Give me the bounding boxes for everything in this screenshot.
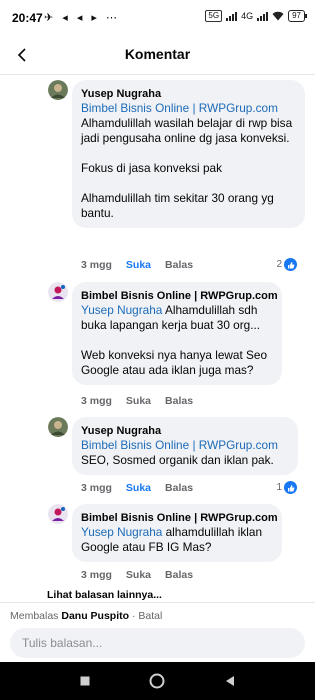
- header-divider: [0, 74, 315, 75]
- reply-button[interactable]: Balas: [165, 259, 193, 271]
- comment-actions: 3 mgg Suka Balas: [81, 569, 193, 581]
- reaction-number: 2: [276, 259, 282, 270]
- avatar[interactable]: [48, 417, 68, 437]
- comment-bubble[interactable]: Yusep Nugraha Bimbel Bisnis Online | RWP…: [72, 80, 305, 228]
- comment-bubble[interactable]: Yusep Nugraha Bimbel Bisnis Online | RWP…: [72, 417, 298, 475]
- like-button[interactable]: Suka: [126, 259, 151, 271]
- back-nav-button[interactable]: [220, 671, 240, 691]
- like-button[interactable]: Suka: [126, 395, 151, 407]
- battery-icon: 97: [288, 10, 307, 22]
- sim-icon: 5G: [205, 10, 223, 22]
- comment-text: Fokus di jasa konveksi pak: [81, 161, 222, 175]
- recents-button[interactable]: [75, 671, 95, 691]
- comment-author[interactable]: Yusep Nugraha: [81, 87, 296, 101]
- notification-icons: ✈ ◂ ◂ ▸ ⋯: [44, 12, 121, 24]
- comment-time: 3 mgg: [81, 569, 112, 581]
- reply-button[interactable]: Balas: [165, 482, 193, 494]
- comment-author[interactable]: Bimbel Bisnis Online | RWPGrup.com: [81, 511, 278, 525]
- avatar[interactable]: [48, 80, 68, 100]
- comment-mention[interactable]: Yusep Nugraha: [81, 525, 162, 539]
- status-time: 20:47: [12, 11, 43, 25]
- replying-to: Membalas Danu Puspito · Batal: [10, 610, 162, 622]
- reaction-number: 1: [276, 482, 282, 493]
- comment-bubble[interactable]: Bimbel Bisnis Online | RWPGrup.com Yusep…: [72, 504, 282, 562]
- reply-button[interactable]: Balas: [165, 395, 193, 407]
- comment-text: Alhamdulillah wasilah belajar di rwp bis…: [81, 116, 293, 145]
- view-more-replies-link[interactable]: Lihat balasan lainnya...: [47, 589, 162, 601]
- comment-mention[interactable]: Bimbel Bisnis Online | RWPGrup.com: [81, 101, 296, 116]
- comment-time: 3 mgg: [81, 482, 112, 494]
- replying-name[interactable]: Danu Puspito: [61, 610, 129, 622]
- comment-text: Alhamdulillah tim sekitar 30 orang yg ba…: [81, 191, 274, 220]
- status-right: 5G 4G 97: [205, 10, 307, 22]
- comment-mention[interactable]: Bimbel Bisnis Online | RWPGrup.com: [81, 438, 289, 453]
- comment-mention[interactable]: Yusep Nugraha: [81, 303, 162, 317]
- header: Komentar: [0, 36, 315, 74]
- system-nav-bar: [0, 662, 315, 700]
- signal-icon: [226, 11, 238, 21]
- avatar[interactable]: [48, 504, 68, 524]
- comment-actions: 3 mgg Suka Balas: [81, 395, 193, 407]
- thumbs-up-icon: [284, 481, 297, 494]
- comment-actions: 3 mgg Suka Balas: [81, 482, 193, 494]
- reply-button[interactable]: Balas: [165, 569, 193, 581]
- reaction-count[interactable]: 1: [276, 481, 297, 494]
- status-bar: 20:47 ✈ ◂ ◂ ▸ ⋯ 5G 4G 97: [0, 0, 315, 36]
- triangle-back-icon: [226, 676, 234, 686]
- circle-icon: [149, 673, 165, 689]
- like-button[interactable]: Suka: [126, 569, 151, 581]
- reply-bar: Membalas Danu Puspito · Batal: [0, 602, 315, 662]
- replying-prefix: Membalas: [10, 610, 62, 622]
- square-icon: [80, 676, 90, 686]
- comment-text: SEO, Sosmed organik dan iklan pak.: [81, 453, 274, 467]
- page-title: Komentar: [124, 46, 191, 62]
- comment-author[interactable]: Yusep Nugraha: [81, 424, 289, 438]
- comment-text: Web konveksi nya hanya lewat Seo Google …: [81, 348, 268, 377]
- avatar[interactable]: [48, 282, 68, 302]
- comment-bubble[interactable]: Bimbel Bisnis Online | RWPGrup.com Yusep…: [72, 282, 282, 385]
- thumbs-up-icon: [284, 258, 297, 271]
- wifi-icon: [272, 11, 284, 21]
- comment-time: 3 mgg: [81, 395, 112, 407]
- reply-input[interactable]: [10, 628, 305, 658]
- home-button[interactable]: [147, 671, 167, 691]
- comment-actions: 3 mgg Suka Balas: [81, 259, 193, 271]
- network-type-label: 4G: [241, 11, 254, 21]
- cancel-reply-button[interactable]: Batal: [138, 610, 162, 622]
- signal-icon-2: [257, 11, 269, 21]
- reaction-count[interactable]: 2: [276, 258, 297, 271]
- comment-time: 3 mgg: [81, 259, 112, 271]
- comment-author[interactable]: Bimbel Bisnis Online | RWPGrup.com: [81, 289, 278, 303]
- like-button[interactable]: Suka: [126, 482, 151, 494]
- replying-separator: ·: [129, 610, 139, 622]
